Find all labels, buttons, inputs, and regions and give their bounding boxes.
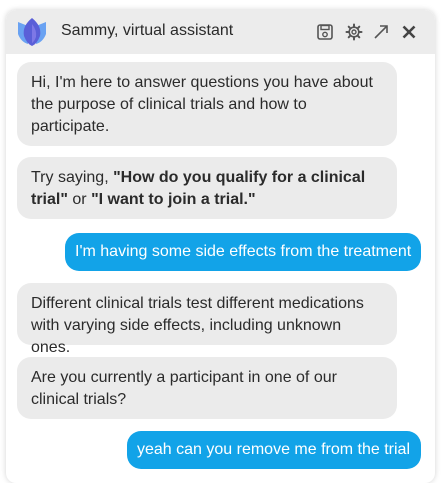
- close-icon[interactable]: [400, 23, 418, 41]
- message-text: I'm having some side effects from the tr…: [75, 243, 412, 260]
- user-message: I'm having some side effects from the tr…: [65, 233, 421, 271]
- chat-header: Sammy, virtual assistant: [6, 10, 435, 54]
- suggestion-phrase: "I want to join a trial.": [91, 191, 256, 208]
- bot-message: Try saying, "How do you qualify for a cl…: [17, 157, 397, 219]
- expand-icon[interactable]: [372, 23, 390, 41]
- message-list[interactable]: Hi, I'm here to answer questions you hav…: [6, 54, 435, 483]
- gear-icon[interactable]: [345, 23, 363, 41]
- bot-message: Different clinical trials test different…: [17, 283, 397, 356]
- message-text: Are you currently a participant in one o…: [31, 369, 337, 408]
- message-text: Different clinical trials test different…: [31, 295, 364, 356]
- message-text: Try saying,: [31, 169, 114, 186]
- bot-message: Hi, I'm here to answer questions you hav…: [17, 62, 397, 146]
- logo-icon: [18, 18, 46, 46]
- message-text: Hi, I'm here to answer questions you hav…: [31, 74, 373, 135]
- assistant-title: Sammy, virtual assistant: [61, 22, 234, 39]
- user-message: yeah can you remove me from the trial: [127, 431, 421, 469]
- message-text: or: [67, 191, 92, 208]
- bot-message: Are you currently a participant in one o…: [17, 357, 397, 419]
- message-text: yeah can you remove me from the trial: [137, 441, 411, 458]
- chat-widget: Sammy, virtual assistant Hi, I'm here to…: [6, 10, 435, 483]
- save-icon[interactable]: [316, 23, 334, 41]
